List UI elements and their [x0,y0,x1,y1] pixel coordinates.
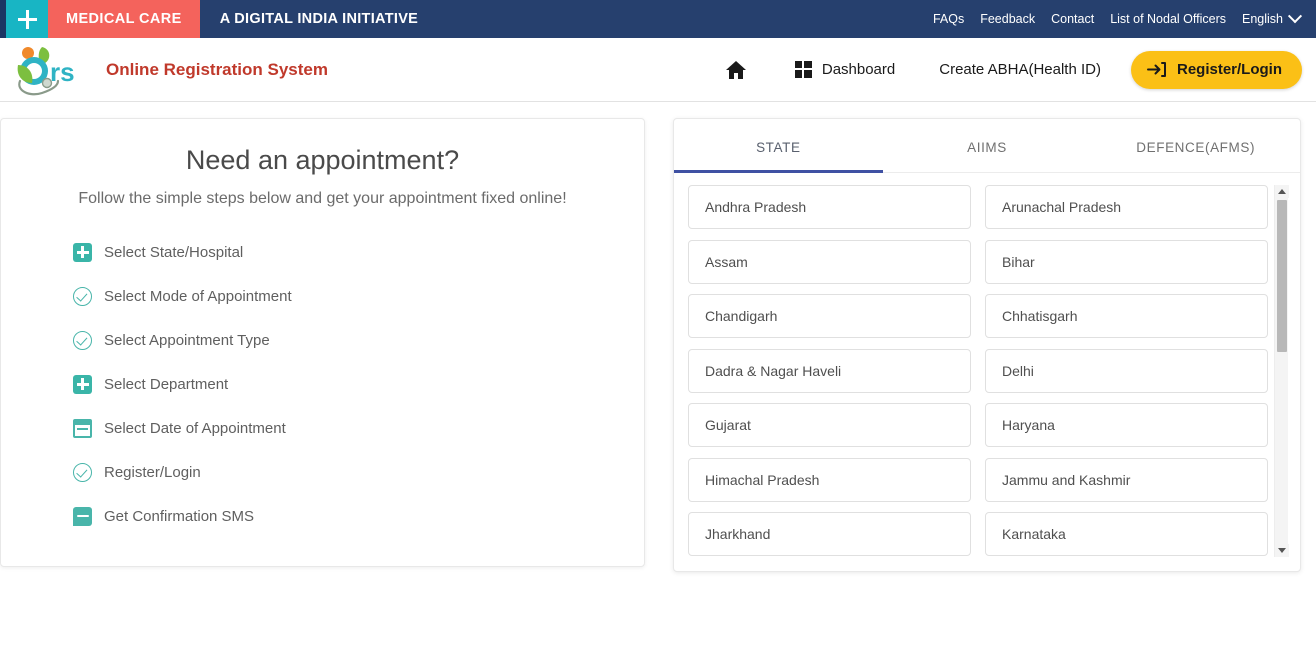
sms-bubble-icon [73,506,92,526]
state-list: Andhra Pradesh Arunachal Pradesh Assam B… [688,185,1268,557]
language-label: English [1242,12,1283,26]
state-list-scrollbar[interactable] [1274,185,1289,557]
header-navigation: Dashboard Create ABHA(Health ID) Registe… [699,50,1316,89]
home-icon [725,60,746,79]
state-item-arunachal-pradesh[interactable]: Arunachal Pradesh [985,185,1268,229]
state-item-delhi[interactable]: Delhi [985,348,1268,393]
login-arrow-icon [1146,62,1166,77]
step-select-date-of-appointment: Select Date of Appointment [73,406,644,450]
tab-state[interactable]: STATE [674,119,883,173]
step-label: Register/Login [104,463,201,481]
appointment-steps-card: Need an appointment? Follow the simple s… [0,118,645,567]
top-utility-bar: MEDICAL CARE A DIGITAL INDIA INITIATIVE … [0,0,1316,38]
plus-accessibility-button[interactable] [6,0,48,38]
step-select-appointment-type: Select Appointment Type [73,318,644,362]
state-item-himachal-pradesh[interactable]: Himachal Pradesh [688,457,971,502]
hospital-category-tabs: STATE AIIMS DEFENCE(AFMS) [674,119,1300,173]
brand-title: Online Registration System [106,59,328,79]
plus-square-icon [73,242,92,262]
nav-dashboard-label: Dashboard [821,61,896,78]
step-label: Get Confirmation SMS [104,507,255,525]
step-get-confirmation-sms: Get Confirmation SMS [73,494,644,538]
check-circle-icon [73,286,92,306]
nav-dashboard[interactable]: Dashboard [773,61,917,78]
step-select-mode-of-appointment: Select Mode of Appointment [73,274,644,318]
register-login-button[interactable]: Register/Login [1130,50,1302,89]
state-item-bihar[interactable]: Bihar [985,239,1268,284]
plus-square-icon [73,374,92,394]
page-subtitle: Follow the simple steps below and get yo… [78,190,567,207]
link-feedback[interactable]: Feedback [972,0,1043,38]
page-title: Need an appointment? [185,145,460,175]
step-label: Select State/Hospital [104,243,244,261]
nav-create-abha[interactable]: Create ABHA(Health ID) [917,61,1123,78]
state-item-chandigarh[interactable]: Chandigarh [688,294,971,339]
register-login-label: Register/Login [1176,61,1282,78]
step-label: Select Date of Appointment [104,419,286,437]
step-select-department: Select Department [73,362,644,406]
state-selection-card: STATE AIIMS DEFENCE(AFMS) Andhra Pradesh… [673,118,1301,572]
link-faqs[interactable]: FAQs [925,0,972,38]
step-label: Select Mode of Appointment [104,287,292,305]
check-circle-icon [73,330,92,350]
state-item-haryana[interactable]: Haryana [985,403,1268,448]
state-item-jammu-and-kashmir[interactable]: Jammu and Kashmir [985,457,1268,502]
digital-india-initiative-label: A DIGITAL INDIA INITIATIVE [219,11,419,27]
scroll-up-arrow-icon[interactable] [1275,185,1289,198]
tab-aiims[interactable]: AIIMS [883,119,1092,173]
step-select-state-hospital: Select State/Hospital [73,230,644,274]
dashboard-icon [794,61,812,78]
medical-care-label: MEDICAL CARE [48,0,200,38]
state-item-assam[interactable]: Assam [688,239,971,284]
state-item-chhatisgarh[interactable]: Chhatisgarh [985,294,1268,339]
link-contact[interactable]: Contact [1043,0,1102,38]
step-label: Select Appointment Type [104,331,270,349]
state-item-jharkhand[interactable]: Jharkhand [688,512,971,557]
language-selector[interactable]: English [1234,0,1304,38]
plus-icon [17,9,37,29]
topbar-links: FAQs Feedback Contact List of Nodal Offi… [925,0,1316,38]
state-item-karnataka[interactable]: Karnataka [985,512,1268,557]
step-register-login: Register/Login [73,450,644,494]
tab-defence-afms[interactable]: DEFENCE(AFMS) [1091,119,1300,173]
site-header: rs Online Registration System Dashboard … [0,38,1316,102]
main-content: Need an appointment? Follow the simple s… [0,102,1316,572]
calendar-icon [73,418,92,438]
scrollbar-thumb[interactable] [1277,200,1287,352]
chevron-down-icon [1287,9,1303,24]
steps-list: Select State/Hospital Select Mode of App… [1,230,644,538]
state-list-area: Andhra Pradesh Arunachal Pradesh Assam B… [674,173,1300,557]
check-circle-icon [73,462,92,482]
state-item-dadra-nagar-haveli[interactable]: Dadra & Nagar Haveli [688,348,971,393]
state-item-andhra-pradesh[interactable]: Andhra Pradesh [688,185,971,229]
nav-create-abha-label: Create ABHA(Health ID) [939,61,1101,78]
nav-home[interactable] [699,60,773,80]
step-label: Select Department [104,375,229,393]
svg-text:rs: rs [50,57,75,87]
state-item-gujarat[interactable]: Gujarat [688,403,971,448]
link-nodal-officers[interactable]: List of Nodal Officers [1102,0,1234,38]
scroll-down-arrow-icon[interactable] [1275,544,1289,557]
ors-logo[interactable]: rs [2,41,94,99]
ors-logo-svg: rs [17,46,75,95]
